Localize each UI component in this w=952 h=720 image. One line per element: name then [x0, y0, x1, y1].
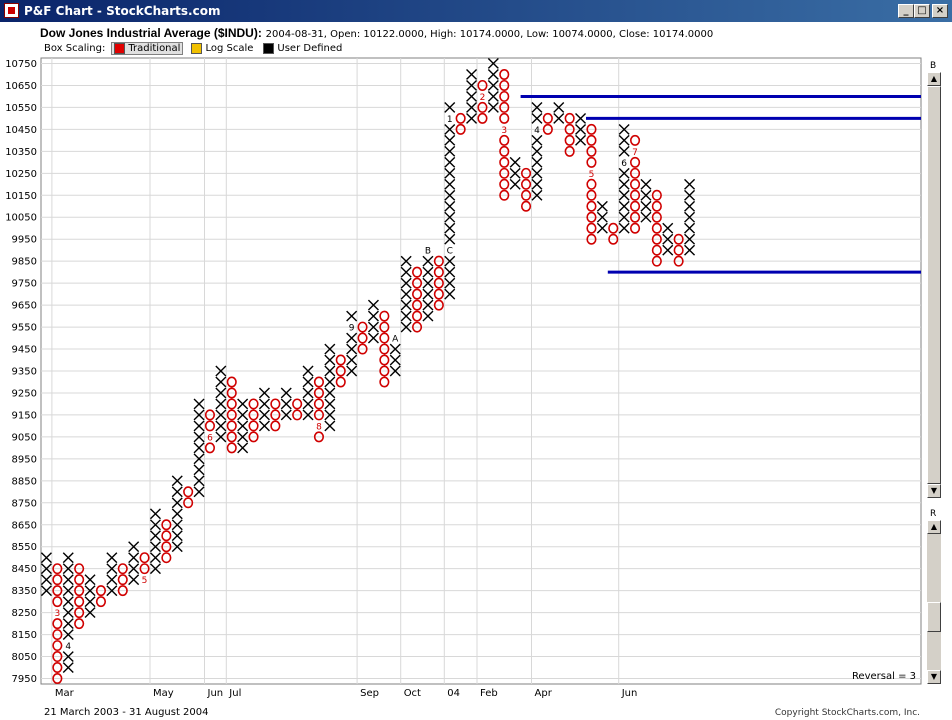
y-tick-label: 9350 [12, 367, 37, 378]
pf-chart: 7950 8050 8150 8250 8350 8450 8550 8650 8750 8850… [0, 56, 925, 706]
y-tick-label: 10550 [5, 103, 37, 114]
month-marker: 1 [447, 115, 453, 125]
month-label: Feb [480, 688, 498, 699]
index-name: Dow Jones Industrial Average ($INDU): [40, 26, 262, 40]
month-label: Mar [55, 688, 75, 699]
app-icon [4, 3, 19, 18]
copyright: Copyright StockCharts.com, Inc. [775, 708, 920, 718]
month-label: May [153, 688, 174, 699]
month-marker: 5 [589, 170, 595, 180]
month-marker: 6 [621, 159, 627, 169]
month-marker: A [392, 335, 399, 345]
window-title: P&F Chart - StockCharts.com [24, 4, 220, 18]
month-marker: 6 [207, 433, 213, 443]
reversal-label: Reversal = 3 [852, 671, 916, 682]
month-label: Jun [207, 688, 224, 699]
box-scaling-label: Box Scaling: [44, 43, 105, 54]
y-tick-label: 8050 [12, 652, 37, 663]
y-tick-label: 9950 [12, 235, 37, 246]
y-tick-label: 8550 [12, 542, 37, 553]
option-label: User Defined [277, 43, 342, 54]
y-tick-label: 9450 [12, 345, 37, 356]
y-tick-label: 9050 [12, 432, 37, 443]
month-marker: 7 [632, 148, 638, 158]
swatch-user-defined [263, 43, 274, 54]
month-marker: 5 [142, 576, 148, 586]
y-tick-label: 10050 [5, 213, 37, 224]
scaling-option-traditional[interactable]: Traditional [111, 42, 183, 55]
y-tick-label: 10250 [5, 169, 37, 180]
month-marker: 3 [501, 126, 507, 136]
scroll-up-button-2[interactable]: ▲ [927, 520, 941, 534]
month-marker: B [425, 247, 431, 257]
scroll-label-top: B [930, 61, 936, 71]
month-marker: C [447, 247, 453, 257]
y-tick-label: 8950 [12, 454, 37, 465]
y-tick-label: 9150 [12, 410, 37, 421]
window-titlebar: P&F Chart - StockCharts.com _ □ × [0, 0, 952, 22]
scaling-option-user-defined[interactable]: User Defined [261, 43, 344, 54]
scaling-option-log[interactable]: Log Scale [189, 43, 255, 54]
month-marker: 8 [316, 422, 322, 432]
y-tick-label: 9850 [12, 257, 37, 268]
y-tick-label: 10650 [5, 81, 37, 92]
month-marker: 2 [480, 93, 486, 103]
y-tick-label: 8150 [12, 630, 37, 641]
chart-header: Dow Jones Industrial Average ($INDU): 20… [40, 26, 713, 40]
price-stats: 2004-08-31, Open: 10122.0000, High: 1017… [266, 29, 714, 40]
y-tick-label: 9650 [12, 301, 37, 312]
y-tick-label: 8650 [12, 520, 37, 531]
box-scaling-options: Box Scaling: Traditional Log Scale User … [44, 42, 344, 55]
scroll-thumb[interactable] [927, 86, 941, 484]
scroll-label-bottom: R [930, 509, 936, 519]
y-tick-label: 8350 [12, 586, 37, 597]
month-label: Sep [360, 688, 379, 699]
minimize-button[interactable]: _ [898, 4, 914, 18]
y-tick-label: 10450 [5, 125, 37, 136]
option-label: Log Scale [205, 43, 253, 54]
scroll-down-button[interactable]: ▼ [927, 484, 941, 498]
swatch-log [191, 43, 202, 54]
y-tick-label: 8750 [12, 498, 37, 509]
month-marker: 9 [349, 324, 355, 334]
date-range: 21 March 2003 - 31 August 2004 [44, 707, 209, 718]
scroll-up-button[interactable]: ▲ [927, 72, 941, 86]
y-tick-label: 8450 [12, 564, 37, 575]
vertical-scrollbar-bottom[interactable]: ▲ ▼ [927, 520, 941, 684]
y-tick-label: 7950 [12, 674, 37, 685]
month-label: Apr [535, 688, 553, 699]
maximize-button[interactable]: □ [914, 4, 930, 18]
y-tick-label: 8250 [12, 608, 37, 619]
y-tick-label: 9750 [12, 279, 37, 290]
month-label: Oct [404, 688, 421, 699]
vertical-scrollbar-top[interactable]: ▲ ▼ [927, 72, 941, 498]
y-tick-label: 9250 [12, 388, 37, 399]
scroll-down-button-2[interactable]: ▼ [927, 670, 941, 684]
option-label: Traditional [128, 43, 180, 54]
swatch-traditional [114, 43, 125, 54]
y-tick-label: 10750 [5, 59, 37, 70]
y-tick-label: 10350 [5, 147, 37, 158]
month-marker: 4 [65, 642, 71, 652]
month-label: 04 [447, 688, 460, 699]
y-tick-label: 10150 [5, 191, 37, 202]
month-label: Jul [228, 688, 241, 699]
month-marker: 3 [54, 609, 60, 619]
y-tick-label: 9550 [12, 323, 37, 334]
close-button[interactable]: × [932, 4, 948, 18]
scroll-thumb-2[interactable] [927, 602, 941, 632]
month-label: Jun [621, 688, 638, 699]
month-marker: 4 [534, 126, 540, 136]
y-tick-label: 8850 [12, 476, 37, 487]
